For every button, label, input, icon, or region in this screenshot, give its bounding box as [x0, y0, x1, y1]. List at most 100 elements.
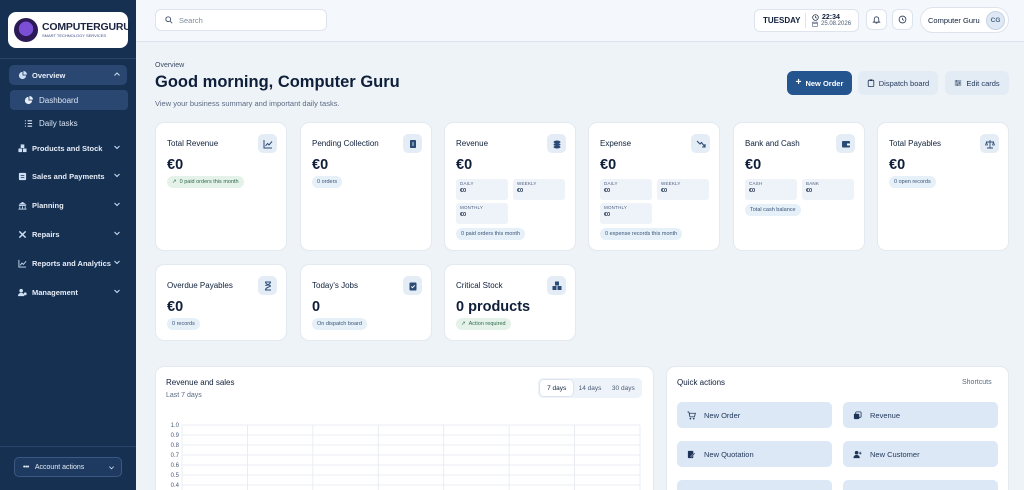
y-tick-label: 0.8: [171, 443, 180, 449]
card-bank-cash[interactable]: Bank and Cash €0 CASH €0 BANK €0 Total cas…: [733, 122, 865, 251]
card-revenue[interactable]: Revenue €0 DAILY €0 WEEKLY €0 MONTHLY €0 0 …: [444, 122, 576, 251]
history-button[interactable]: [892, 9, 913, 30]
clock-icon: [812, 14, 819, 21]
brand-logo-icon: [14, 18, 38, 42]
card-overdue-payables[interactable]: Overdue Payables €0 0 records: [155, 264, 287, 341]
avatar: CG: [986, 11, 1005, 30]
sidebar: COMPUTERGURU SMART TECHNOLOGY SERVICES O…: [0, 0, 136, 490]
mini-value: €0: [460, 211, 467, 218]
edit-cards-label: Edit cards: [966, 78, 1000, 88]
expense-weekly-box: WEEKLY €0: [657, 179, 709, 200]
sidebar-item-label: Sales and Payments: [32, 171, 105, 181]
new-order-button[interactable]: + New Order: [787, 71, 852, 95]
dispatch-board-button[interactable]: Dispatch board: [858, 71, 938, 95]
quick-action-new-customer[interactable]: New Customer: [843, 441, 998, 467]
shortcuts-label: Shortcuts: [962, 379, 992, 386]
sidebar-item-overview[interactable]: Overview: [9, 65, 127, 85]
mini-label: DAILY: [604, 181, 618, 186]
time-value: 22:34: [822, 13, 840, 21]
chart-title: Revenue and sales: [166, 378, 235, 387]
card-value: €0: [745, 157, 762, 173]
y-tick-label: 0.5: [171, 473, 180, 479]
invoice-icon: [403, 134, 422, 153]
sidebar-item-sales-payments[interactable]: Sales and Payments: [9, 166, 127, 186]
quick-action-new-quotation[interactable]: New Quotation: [677, 441, 832, 467]
quick-action-new-order[interactable]: New Order: [677, 402, 832, 428]
range-option-14-days[interactable]: 14 days: [573, 380, 606, 396]
mini-value: €0: [604, 211, 611, 218]
edit-cards-button[interactable]: Edit cards: [945, 71, 1009, 95]
search-input[interactable]: [179, 15, 319, 25]
coins-icon: [547, 134, 566, 153]
dashboard-icon: [23, 95, 33, 105]
hourglass-icon: [258, 276, 277, 295]
overview-icon: [17, 70, 27, 80]
sidebar-item-label: Daily tasks: [39, 118, 78, 128]
sidebar-item-products-stock[interactable]: Products and Stock: [9, 138, 127, 158]
account-actions-label: Account actions: [34, 463, 85, 471]
status-badge: ↗ 0 paid orders this month: [167, 176, 244, 188]
card-value: 0 products: [456, 299, 531, 315]
clock-history-icon: [898, 15, 907, 24]
status-badge: 0 paid orders this month: [456, 228, 526, 240]
mini-label: WEEKLY: [517, 181, 537, 186]
sidebar-item-label: Management: [32, 287, 78, 297]
sidebar-item-reports-analytics[interactable]: Reports and Analytics: [9, 253, 127, 273]
range-option-7-days[interactable]: 7 days: [540, 380, 574, 396]
trend-up-icon: ↗: [172, 179, 177, 185]
sidebar-item-label: Planning: [32, 200, 64, 210]
status-badge-label: 0 paid orders this month: [179, 179, 239, 185]
card-title: Total Payables: [889, 139, 942, 148]
sidebar-item-dashboard[interactable]: Dashboard: [10, 90, 128, 110]
y-tick-label: 0.4: [171, 483, 180, 489]
mini-value: €0: [460, 187, 467, 194]
calendar-icon: [812, 21, 818, 27]
user-menu-button[interactable]: Computer Guru CG: [920, 7, 1009, 33]
chevron-down-icon: [114, 173, 120, 178]
sidebar-item-planning[interactable]: Planning: [9, 195, 127, 215]
mini-label: WEEKLY: [661, 181, 681, 186]
card-total-revenue[interactable]: Total Revenue €0 ↗ 0 paid orders this mo…: [155, 122, 287, 251]
sidebar-item-management[interactable]: Management: [9, 282, 127, 302]
search-box[interactable]: [155, 9, 327, 31]
repairs-icon: [17, 229, 27, 239]
chevron-down-icon: [114, 202, 120, 207]
card-pending-collection[interactable]: Pending Collection €0 0 orders: [300, 122, 432, 251]
date-range-selector: 7 days 14 days 30 days: [538, 378, 642, 398]
sales-icon: [17, 171, 27, 181]
account-actions-button[interactable]: ••• Account actions: [14, 457, 122, 477]
card-value: €0: [167, 157, 184, 173]
new-order-label: New Order: [805, 78, 844, 88]
status-badge: 0 records: [167, 318, 200, 330]
bank-box: BANK €0: [802, 179, 854, 200]
sidebar-item-label: Repairs: [32, 229, 60, 239]
notifications-button[interactable]: [866, 9, 887, 30]
quick-action-more[interactable]: [677, 480, 832, 490]
mini-label: MONTHLY: [460, 205, 484, 210]
quick-action-revenue[interactable]: Revenue: [843, 402, 998, 428]
page-title: Good morning, Computer Guru: [155, 73, 400, 91]
card-value: 0: [312, 299, 321, 315]
brand-logo-card[interactable]: COMPUTERGURU SMART TECHNOLOGY SERVICES: [8, 12, 131, 48]
card-total-payables[interactable]: Total Payables €0 0 open records: [877, 122, 1009, 251]
status-badge: ↗ Action required: [456, 318, 511, 330]
expense-monthly-box: MONTHLY €0: [600, 203, 652, 224]
bell-icon: [872, 16, 881, 24]
quick-action-label: New Customer: [870, 449, 920, 459]
range-option-30-days[interactable]: 30 days: [607, 380, 640, 396]
card-expense[interactable]: Expense €0 DAILY €0 WEEKLY €0 MONTHLY €0 0 …: [588, 122, 720, 251]
date-time-widget: TUESDAY 22:34 25.08.2026: [754, 9, 859, 32]
sidebar-item-daily-tasks[interactable]: Daily tasks: [10, 113, 128, 133]
trend-down-icon: [691, 134, 710, 153]
sidebar-item-repairs[interactable]: Repairs: [9, 224, 127, 244]
sidebar-footer-divider: [0, 446, 136, 447]
top-bar: TUESDAY 22:34 25.08.2026 Computer Guru C…: [136, 0, 1024, 42]
clipboard-check-icon: [403, 276, 422, 295]
status-badge: 0 orders: [312, 176, 343, 188]
card-todays-jobs[interactable]: Today's Jobs 0 On dispatch board: [300, 264, 432, 341]
card-critical-stock[interactable]: Critical Stock 0 products ↗ Action requi…: [444, 264, 576, 341]
chevron-down-icon: [114, 231, 120, 236]
coins-icon: [852, 410, 862, 420]
quick-action-more[interactable]: [843, 480, 998, 490]
card-title: Pending Collection: [312, 139, 379, 148]
